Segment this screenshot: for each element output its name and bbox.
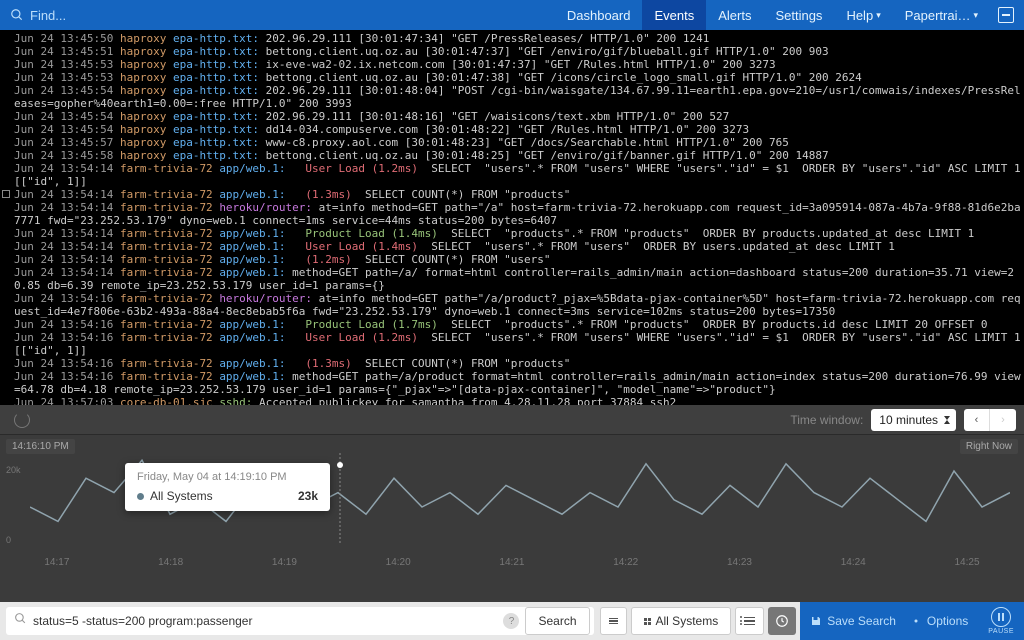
- log-line[interactable]: Jun 24 13:45:54 haproxy epa-http.txt: 20…: [14, 84, 1024, 110]
- log-line[interactable]: Jun 24 13:54:14 farm-trivia-72 app/web.1…: [14, 227, 1024, 240]
- y-tick: 0: [6, 535, 11, 545]
- header-nav: Dashboard Events Alerts Settings Help▾ P…: [555, 0, 1014, 30]
- log-line[interactable]: Jun 24 13:45:54 haproxy epa-http.txt: dd…: [14, 123, 1024, 136]
- log-line[interactable]: Jun 24 13:54:14 farm-trivia-72 heroku/ro…: [14, 201, 1024, 227]
- series-dot-icon: [137, 493, 144, 500]
- time-window-select[interactable]: 10 minutes: [871, 409, 956, 431]
- gear-icon: [910, 615, 922, 627]
- query-help-icon[interactable]: ?: [503, 613, 519, 629]
- x-tick: 14:18: [158, 557, 183, 568]
- log-line[interactable]: Jun 24 13:45:53 haproxy epa-http.txt: ix…: [14, 58, 1024, 71]
- x-axis: 14:17 14:18 14:19 14:20 14:21 14:22 14:2…: [0, 557, 1024, 568]
- nav-alerts[interactable]: Alerts: [706, 0, 763, 30]
- query-wrap: ? Search: [6, 607, 594, 635]
- save-icon: [810, 615, 822, 627]
- nav-help[interactable]: Help▾: [834, 0, 892, 30]
- log-line[interactable]: Jun 24 13:57:03 core-db-01.sjc sshd: Acc…: [14, 396, 1024, 405]
- query-input[interactable]: [33, 614, 497, 628]
- app-header: Find... Dashboard Events Alerts Settings…: [0, 0, 1024, 30]
- log-line[interactable]: Jun 24 13:45:57 haproxy epa-http.txt: ww…: [14, 136, 1024, 149]
- log-line[interactable]: Jun 24 13:54:14 farm-trivia-72 app/web.1…: [14, 253, 1024, 266]
- nav-settings[interactable]: Settings: [763, 0, 834, 30]
- time-jump-button[interactable]: [768, 607, 796, 635]
- panel-toolbar: Time window: 10 minutes ‹ ›: [0, 405, 1024, 435]
- x-tick: 14:19: [272, 557, 297, 568]
- chart-toggle-button[interactable]: [600, 607, 627, 635]
- time-nav: ‹ ›: [964, 409, 1016, 431]
- find-placeholder: Find...: [30, 8, 66, 23]
- time-prev-button[interactable]: ‹: [964, 409, 990, 431]
- pause-icon: [991, 607, 1011, 627]
- log-line[interactable]: Jun 24 13:54:16 farm-trivia-72 heroku/ro…: [14, 292, 1024, 318]
- right-actions: Save Search Options PAUSE: [800, 602, 1024, 640]
- x-tick: 14:21: [499, 557, 524, 568]
- x-tick: 14:24: [841, 557, 866, 568]
- chevron-down-icon: ▾: [876, 10, 881, 21]
- save-search-button[interactable]: Save Search: [810, 614, 896, 628]
- activity-panel: Time window: 10 minutes ‹ › 14:16:10 PM …: [0, 405, 1024, 602]
- x-tick: 14:25: [954, 557, 979, 568]
- nav-dashboard[interactable]: Dashboard: [555, 0, 643, 30]
- log-line[interactable]: Jun 24 13:54:14 farm-trivia-72 app/web.1…: [14, 266, 1024, 292]
- header-search[interactable]: Find...: [10, 8, 555, 23]
- pause-button[interactable]: PAUSE: [988, 607, 1014, 635]
- list-view-button[interactable]: [735, 607, 764, 635]
- chart-start-badge: 14:16:10 PM: [6, 439, 75, 454]
- log-line[interactable]: Jun 24 13:54:16 farm-trivia-72 app/web.1…: [14, 357, 1024, 370]
- log-line[interactable]: Jun 24 13:45:54 haproxy epa-http.txt: 20…: [14, 110, 1024, 123]
- log-viewer[interactable]: Jun 24 13:45:50 haproxy epa-http.txt: 20…: [0, 30, 1024, 405]
- time-window-label: Time window:: [790, 413, 863, 427]
- search-icon: [14, 612, 27, 630]
- log-marker-icon: [2, 190, 10, 198]
- log-line[interactable]: Jun 24 13:54:14 farm-trivia-72 app/web.1…: [14, 162, 1024, 188]
- log-line[interactable]: Jun 24 13:45:58 haproxy epa-http.txt: be…: [14, 149, 1024, 162]
- systems-filter-button[interactable]: All Systems: [631, 607, 732, 635]
- chart-end-badge: Right Now: [960, 439, 1018, 454]
- log-line[interactable]: Jun 24 13:45:53 haproxy epa-http.txt: be…: [14, 71, 1024, 84]
- activity-chart[interactable]: 14:16:10 PM Right Now 20k 0 Friday, May …: [0, 435, 1024, 570]
- chevron-down-icon: ▾: [973, 10, 978, 21]
- bottom-bar: ? Search All Systems Save Search Options…: [0, 602, 1024, 640]
- logout-icon[interactable]: [998, 7, 1014, 23]
- log-line[interactable]: Jun 24 13:45:51 haproxy epa-http.txt: be…: [14, 45, 1024, 58]
- x-tick: 14:23: [727, 557, 752, 568]
- log-line[interactable]: Jun 24 13:54:14 farm-trivia-72 app/web.1…: [14, 240, 1024, 253]
- nav-account[interactable]: Papertrai…▾: [893, 0, 990, 30]
- log-line[interactable]: Jun 24 13:54:14 farm-trivia-72 app/web.1…: [14, 188, 1024, 201]
- options-button[interactable]: Options: [910, 614, 968, 628]
- refresh-icon[interactable]: [14, 412, 30, 428]
- tooltip-series: All Systems: [150, 489, 213, 503]
- tooltip-value: 23k: [298, 489, 318, 503]
- log-line[interactable]: Jun 24 13:54:16 farm-trivia-72 app/web.1…: [14, 331, 1024, 357]
- search-icon: [10, 8, 24, 22]
- time-next-button[interactable]: ›: [990, 409, 1016, 431]
- log-line[interactable]: Jun 24 13:54:16 farm-trivia-72 app/web.1…: [14, 318, 1024, 331]
- y-tick: 20k: [6, 465, 21, 475]
- tooltip-timestamp: Friday, May 04 at 14:19:10 PM: [137, 471, 318, 483]
- x-tick: 14:22: [613, 557, 638, 568]
- x-tick: 14:17: [44, 557, 69, 568]
- x-tick: 14:20: [386, 557, 411, 568]
- search-button[interactable]: Search: [525, 607, 589, 635]
- log-line[interactable]: Jun 24 13:54:16 farm-trivia-72 app/web.1…: [14, 370, 1024, 396]
- log-line[interactable]: Jun 24 13:45:50 haproxy epa-http.txt: 20…: [14, 32, 1024, 45]
- grid-icon: [644, 618, 651, 625]
- nav-events[interactable]: Events: [642, 0, 706, 30]
- chart-tooltip: Friday, May 04 at 14:19:10 PM All System…: [125, 463, 330, 511]
- list-icon: [744, 617, 755, 626]
- bars-icon: [609, 618, 618, 625]
